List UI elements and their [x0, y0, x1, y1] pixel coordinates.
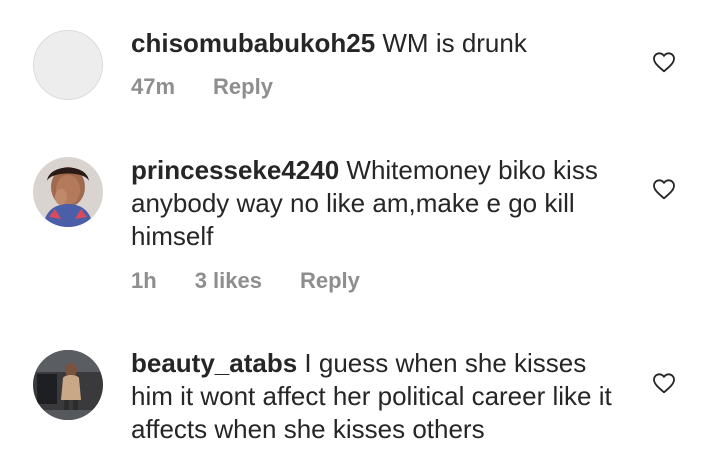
profile-photo — [33, 350, 103, 420]
heart-outline-icon — [653, 373, 675, 394]
comment-body: beauty_atabs I guess when she kisses him… — [131, 347, 631, 446]
comment-username[interactable]: beauty_atabs — [131, 348, 297, 378]
comment-item: beauty_atabs I guess when she kisses him… — [0, 0, 720, 460]
like-button[interactable] — [652, 372, 676, 394]
avatar[interactable] — [33, 350, 103, 420]
